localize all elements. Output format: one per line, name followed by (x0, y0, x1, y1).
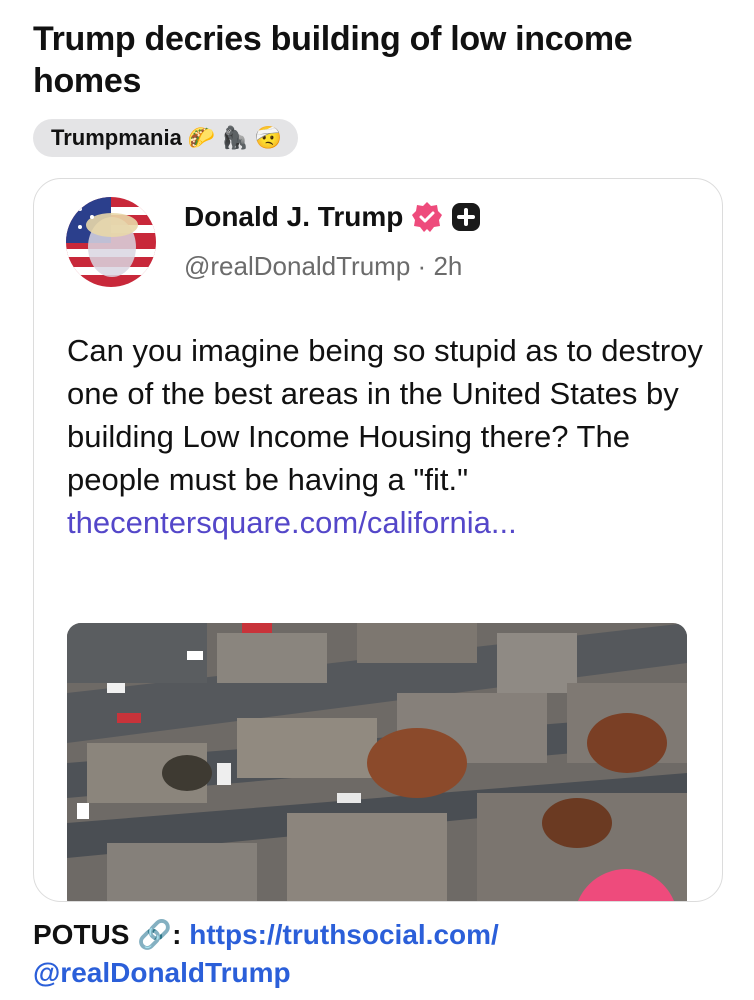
footer-colon: : (172, 919, 182, 950)
link-emoji-icon: 🔗 (137, 919, 173, 950)
footer-line-1: POTUS 🔗: https://truthsocial.com/ (33, 916, 723, 954)
burned-neighborhood-aerial-photo (67, 623, 687, 901)
handle-line: @realDonaldTrump · 2h (184, 251, 462, 282)
footer-url-link-continued[interactable]: @realDonaldTrump (33, 954, 723, 992)
author-name[interactable]: Donald J. Trump (184, 201, 403, 233)
post-link[interactable]: thecentersquare.com/california... (67, 505, 517, 540)
category-chip[interactable]: Trumpmania 🌮 🦍 🤕 (33, 119, 299, 157)
author-handle[interactable]: @realDonaldTrump (184, 251, 410, 281)
footer-label: POTUS (33, 919, 130, 950)
author-name-row: Donald J. Trump (184, 201, 481, 233)
gorilla-emoji-icon: 🦍 (221, 125, 249, 150)
post-text: Can you imagine being so stupid as to de… (67, 333, 703, 497)
taco-emoji-icon: 🌮 (187, 125, 216, 150)
post-body: Can you imagine being so stupid as to de… (67, 329, 707, 544)
source-footer: POTUS 🔗: https://truthsocial.com/ @realD… (33, 916, 723, 992)
avatar[interactable] (66, 197, 156, 287)
footer-url-link[interactable]: https://truthsocial.com/ (189, 919, 499, 950)
verified-badge-icon (412, 202, 443, 232)
embedded-post-card[interactable]: Donald J. Trump @realDonaldTrump · 2h Ca… (33, 178, 723, 902)
category-chip-label: Trumpmania (51, 125, 182, 150)
bandaged-face-emoji-icon: 🤕 (254, 125, 283, 150)
separator-dot: · (417, 251, 427, 281)
post-time: 2h (433, 251, 463, 281)
page-title: Trump decries building of low income hom… (33, 20, 633, 100)
plus-badge-icon (452, 203, 481, 231)
post-image[interactable] (67, 623, 687, 901)
